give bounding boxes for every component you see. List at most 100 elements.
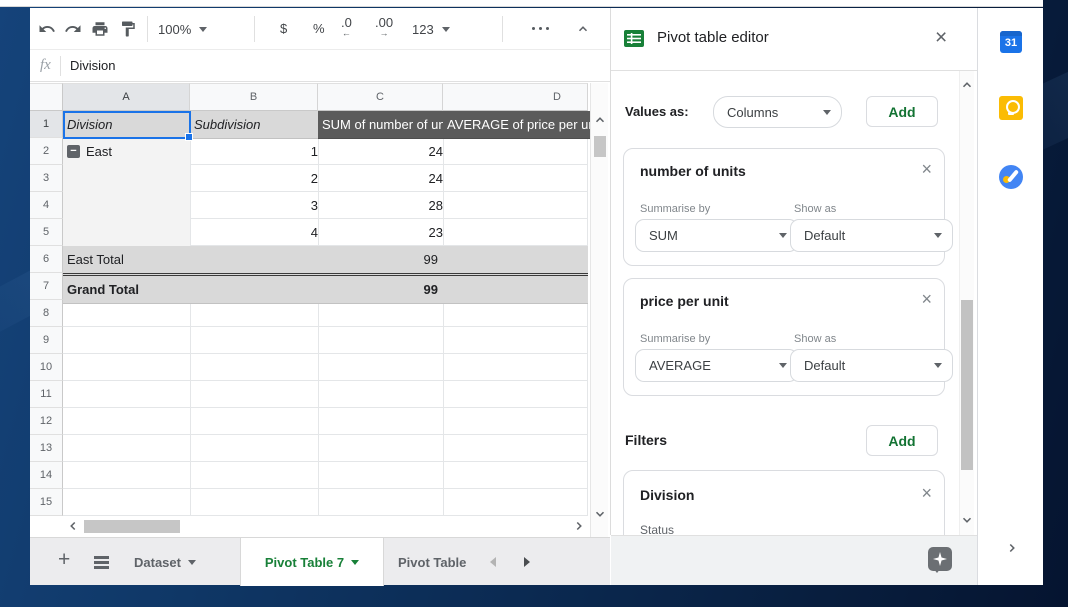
more-icon[interactable]	[532, 27, 549, 30]
close-icon[interactable]: ×	[921, 483, 932, 504]
cell-b5[interactable]: 4	[190, 219, 327, 246]
cell-c2[interactable]: 24	[318, 138, 448, 165]
show-as-select[interactable]: Default	[790, 349, 953, 382]
undo-icon[interactable]	[38, 20, 56, 38]
cell-a1[interactable]: Division	[63, 111, 195, 139]
summarise-by-select[interactable]: AVERAGE	[635, 349, 798, 382]
vertical-scrollbar-thumb[interactable]	[594, 136, 606, 157]
row-header-10[interactable]: 10	[30, 354, 63, 381]
values-as-select[interactable]: Columns	[713, 96, 842, 128]
close-icon[interactable]: ×	[921, 159, 932, 180]
column-header-d[interactable]: D	[443, 83, 588, 111]
print-icon[interactable]	[91, 20, 109, 38]
cell-d1[interactable]: AVERAGE of price per unit	[443, 111, 593, 139]
row-header-1[interactable]: 1	[30, 111, 63, 138]
summarise-by-label: Summarise by	[640, 333, 710, 345]
panel-scroll-down-icon[interactable]	[960, 513, 974, 527]
vertical-scrollbar[interactable]	[590, 83, 608, 537]
gridline	[587, 111, 588, 516]
panel-scrollbar-thumb[interactable]	[961, 300, 973, 470]
increase-decimals-button[interactable]: .00 →	[375, 17, 393, 39]
chevron-down-icon	[188, 560, 196, 565]
calendar-day: 31	[1000, 37, 1022, 49]
row-header-4[interactable]: 4	[30, 192, 63, 219]
scroll-up-icon[interactable]	[593, 113, 607, 127]
values-as-value: Columns	[727, 105, 778, 120]
cell-a2-east-group[interactable]: − East	[63, 138, 191, 246]
cell-b1[interactable]: Subdivision	[190, 111, 323, 139]
tabs-scroll-left-icon[interactable]	[490, 557, 496, 567]
format-currency-button[interactable]: $	[280, 21, 287, 36]
collapse-group-button[interactable]: −	[67, 145, 80, 158]
show-as-select[interactable]: Default	[790, 219, 953, 252]
cell-c3[interactable]: 24	[318, 165, 448, 192]
row-header-13[interactable]: 13	[30, 435, 63, 462]
chevron-down-icon	[351, 560, 359, 565]
redo-icon[interactable]	[64, 20, 82, 38]
toolbar-separator	[147, 16, 148, 42]
scroll-down-icon[interactable]	[593, 507, 607, 521]
scroll-left-icon[interactable]	[66, 519, 80, 533]
horizontal-scrollbar-thumb[interactable]	[84, 520, 180, 533]
chevron-down-icon	[934, 233, 942, 238]
add-sheet-icon[interactable]: +	[58, 548, 70, 572]
calendar-icon[interactable]: 31	[1000, 31, 1022, 53]
show-as-label: Show as	[794, 333, 836, 345]
column-header-c[interactable]: C	[318, 83, 443, 111]
row-header-8[interactable]: 8	[30, 300, 63, 327]
select-all-corner[interactable]	[30, 83, 63, 111]
cell-b2[interactable]: 1	[190, 138, 327, 165]
close-icon[interactable]: ×	[921, 289, 932, 310]
cell-c5[interactable]: 23	[318, 219, 448, 246]
formula-bar[interactable]: fx Division	[30, 50, 610, 82]
row-header-9[interactable]: 9	[30, 327, 63, 354]
format-percent-button[interactable]: %	[313, 21, 325, 36]
row-header-3[interactable]: 3	[30, 165, 63, 192]
row-header-15[interactable]: 15	[30, 489, 63, 516]
formula-bar-value[interactable]: Division	[70, 58, 116, 73]
panel-scroll-up-icon[interactable]	[960, 78, 974, 92]
cell-c1[interactable]: SUM of number of units	[318, 111, 448, 139]
row-header-11[interactable]: 11	[30, 381, 63, 408]
add-value-button[interactable]: Add	[866, 96, 938, 127]
row-east-total[interactable]: East Total 99	[63, 246, 588, 274]
summarise-by-select[interactable]: SUM	[635, 219, 798, 252]
cell-b4[interactable]: 3	[190, 192, 327, 219]
tab-dataset-label: Dataset	[134, 555, 181, 570]
row-header-7[interactable]: 7	[30, 273, 63, 300]
column-header-a[interactable]: A	[63, 83, 190, 111]
arrow-right-icon: →	[380, 28, 389, 39]
star-icon	[933, 552, 947, 566]
background-window-strip	[0, 0, 1043, 7]
close-icon[interactable]: ×	[935, 26, 947, 50]
row-header-6[interactable]: 6	[30, 246, 63, 273]
tab-pivot-table-partial[interactable]: Pivot Table	[398, 538, 480, 586]
tab-pivot-table-7[interactable]: Pivot Table 7	[240, 538, 384, 586]
chevron-down-icon	[199, 27, 207, 32]
paint-format-icon[interactable]	[119, 20, 137, 38]
tab-dataset[interactable]: Dataset	[134, 538, 230, 586]
value-card-number-of-units: number of units × Summarise by Show as S…	[623, 148, 945, 266]
toolbar-separator	[254, 16, 255, 42]
zoom-select[interactable]: 100%	[158, 18, 207, 40]
expand-side-panel-icon[interactable]	[1005, 541, 1019, 555]
row-grand-total[interactable]: Grand Total 99	[63, 273, 588, 304]
tasks-icon[interactable]	[999, 165, 1023, 189]
row-header-12[interactable]: 12	[30, 408, 63, 435]
column-header-b[interactable]: B	[190, 83, 318, 111]
decrease-decimals-button[interactable]: .0 ←	[341, 17, 352, 39]
chevron-down-icon	[442, 27, 450, 32]
scroll-right-icon[interactable]	[572, 519, 586, 533]
number-format-menu[interactable]: 123	[412, 18, 450, 40]
cell-b3[interactable]: 2	[190, 165, 327, 192]
all-sheets-icon[interactable]	[94, 556, 109, 559]
add-filter-button[interactable]: Add	[866, 425, 938, 456]
cell-c4[interactable]: 28	[318, 192, 448, 219]
tabs-scroll-right-icon[interactable]	[524, 557, 530, 567]
explore-icon[interactable]	[928, 547, 952, 571]
row-header-5[interactable]: 5	[30, 219, 63, 246]
keep-icon[interactable]	[999, 96, 1023, 120]
row-header-14[interactable]: 14	[30, 462, 63, 489]
row-header-2[interactable]: 2	[30, 138, 63, 165]
hide-toolbar-icon[interactable]	[576, 22, 590, 36]
